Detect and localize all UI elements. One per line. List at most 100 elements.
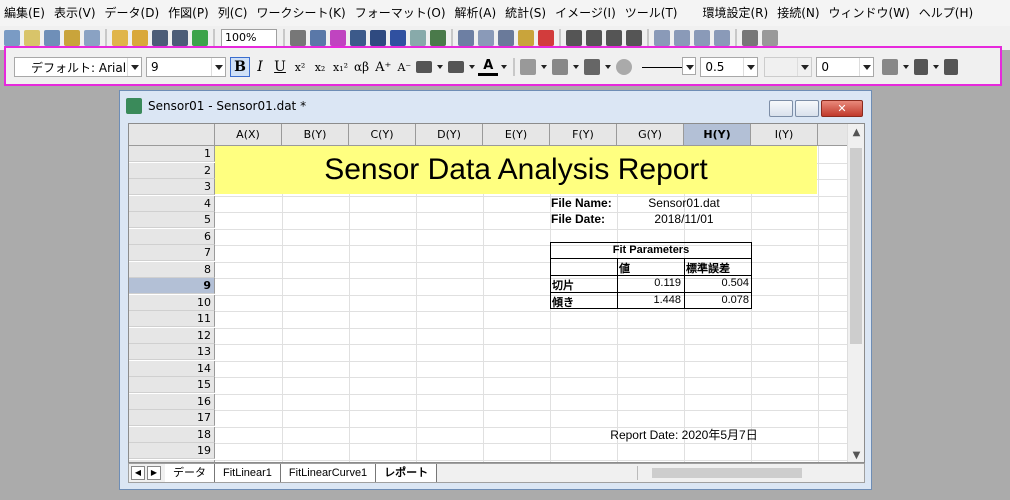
row-header[interactable]: 2 — [129, 162, 215, 179]
sum-row-icon[interactable] — [586, 30, 602, 46]
line-color-icon[interactable] — [584, 59, 601, 75]
open-template-icon[interactable] — [132, 30, 148, 46]
subscript-button[interactable]: x₂ — [310, 57, 330, 77]
column-header-h[interactable]: H(Y) — [684, 124, 751, 146]
bar-chart-icon[interactable] — [654, 30, 670, 46]
font-select[interactable]: デフォルト: Arial — [14, 57, 142, 77]
row-header[interactable]: 7 — [129, 245, 215, 261]
font-size-select[interactable]: 9 — [146, 57, 226, 77]
sheet-tab[interactable]: FitLinearCurve1 — [280, 464, 377, 482]
supsub-button[interactable]: x₁² — [330, 57, 351, 77]
merge-cells-icon[interactable] — [944, 59, 959, 75]
underline-button[interactable]: U — [270, 57, 290, 77]
chevron-down-icon[interactable] — [933, 65, 940, 69]
row-header[interactable]: 19 — [129, 443, 215, 459]
chevron-up-icon[interactable]: ▲ — [848, 124, 864, 141]
chevron-down-icon[interactable]: ▼ — [848, 447, 864, 462]
histogram-icon[interactable] — [714, 30, 730, 46]
menu-help[interactable]: ヘルプ(H) — [915, 0, 977, 26]
worksheet-grid[interactable]: A(X) B(Y) C(Y) D(Y) E(Y) F(Y) G(Y) H(Y) … — [128, 123, 865, 463]
open-folder-icon[interactable] — [112, 30, 128, 46]
vertical-scrollbar[interactable]: ▲ ▼ — [847, 124, 864, 462]
hatch-icon[interactable] — [882, 59, 899, 75]
minimize-button[interactable] — [769, 100, 793, 117]
menu-tools[interactable]: ツール(T) — [621, 0, 682, 26]
shadow-select[interactable] — [764, 57, 813, 77]
align-icon[interactable] — [416, 61, 433, 73]
save-template-icon[interactable] — [172, 30, 188, 46]
italic-button[interactable]: I — [250, 57, 270, 77]
row-header[interactable]: 17 — [129, 410, 215, 426]
sheet-tab[interactable]: FitLinear1 — [215, 464, 281, 482]
new-graph-icon[interactable] — [44, 30, 60, 46]
row-header[interactable]: 12 — [129, 327, 215, 344]
chevron-down-icon[interactable] — [437, 65, 444, 69]
maximize-button[interactable] — [795, 100, 819, 117]
column-header-f[interactable]: F(Y) — [550, 124, 617, 146]
chevron-down-icon[interactable] — [501, 65, 508, 69]
greek-button[interactable]: αβ — [351, 57, 372, 77]
row-header[interactable]: 5 — [129, 212, 215, 228]
close-button[interactable]: ✕ — [821, 100, 863, 117]
row-header[interactable]: 8 — [129, 261, 215, 278]
menu-preferences[interactable]: 環境設定(R) — [698, 0, 772, 26]
set-values-icon[interactable] — [626, 30, 642, 46]
chevron-down-icon[interactable] — [573, 65, 580, 69]
menu-column[interactable]: 列(C) — [214, 0, 252, 26]
window-titlebar[interactable]: Sensor01 - Sensor01.dat * ✕ — [120, 91, 871, 121]
stacked-chart-icon[interactable] — [694, 30, 710, 46]
import-excel-icon[interactable] — [478, 30, 494, 46]
row-header[interactable]: 3 — [129, 179, 215, 195]
recalculate-icon[interactable] — [192, 30, 208, 46]
row-header[interactable]: 14 — [129, 360, 215, 377]
row-header[interactable]: 16 — [129, 393, 215, 410]
sheet-tab[interactable]: データ — [165, 464, 215, 482]
line-style-select[interactable] — [640, 57, 697, 77]
horizontal-scrollbar[interactable] — [637, 466, 827, 480]
import-wizard-icon[interactable] — [498, 30, 514, 46]
column-header-e[interactable]: E(Y) — [483, 124, 550, 146]
code-builder-icon[interactable] — [410, 30, 426, 46]
borders-icon[interactable] — [914, 59, 929, 75]
new-matrix-icon[interactable] — [64, 30, 80, 46]
column-header-a[interactable]: A(X) — [215, 124, 282, 146]
menu-window[interactable]: ウィンドウ(W) — [825, 0, 914, 26]
script-window-icon[interactable] — [370, 30, 386, 46]
superscript-button[interactable]: x² — [290, 57, 310, 77]
menu-view[interactable]: 表示(V) — [50, 0, 100, 26]
results-log-icon[interactable] — [350, 30, 366, 46]
increase-font-button[interactable]: A⁺ — [372, 57, 394, 77]
chevron-down-icon[interactable] — [605, 65, 612, 69]
row-header[interactable]: 6 — [129, 228, 215, 245]
prev-sheet-icon[interactable]: ◀ — [131, 466, 145, 480]
column-header-g[interactable]: G(Y) — [617, 124, 684, 146]
column-header-b[interactable]: B(Y) — [282, 124, 349, 146]
menu-image[interactable]: イメージ(I) — [551, 0, 620, 26]
scroll-thumb[interactable] — [850, 148, 862, 344]
column-header-c[interactable]: C(Y) — [349, 124, 416, 146]
chevron-down-icon[interactable] — [903, 65, 910, 69]
new-project-icon[interactable] — [4, 30, 20, 46]
corner-cell[interactable] — [129, 124, 215, 146]
fill-color-icon[interactable] — [520, 59, 537, 75]
row-header[interactable]: 1 — [129, 146, 215, 162]
next-sheet-icon[interactable]: ▶ — [147, 466, 161, 480]
slide-show-icon[interactable] — [310, 30, 326, 46]
command-window-icon[interactable] — [390, 30, 406, 46]
menu-format[interactable]: フォーマット(O) — [351, 0, 450, 26]
sort-icon[interactable] — [606, 30, 622, 46]
column-header-i[interactable]: I(Y) — [751, 124, 818, 146]
project-explorer-icon[interactable] — [330, 30, 346, 46]
chevron-down-icon[interactable] — [541, 65, 548, 69]
special-char-icon[interactable] — [448, 61, 465, 73]
menu-connectivity[interactable]: 接続(N) — [773, 0, 823, 26]
menu-plot[interactable]: 作図(P) — [164, 0, 213, 26]
row-header[interactable]: 9 — [129, 278, 215, 294]
bold-button[interactable]: B — [230, 57, 250, 77]
column-header-d[interactable]: D(Y) — [416, 124, 483, 146]
clear-filter-icon[interactable] — [762, 30, 778, 46]
save-icon[interactable] — [152, 30, 168, 46]
dataset-icon[interactable] — [518, 30, 534, 46]
sheet-tab-active[interactable]: レポート — [376, 464, 438, 482]
row-header[interactable]: 13 — [129, 344, 215, 360]
